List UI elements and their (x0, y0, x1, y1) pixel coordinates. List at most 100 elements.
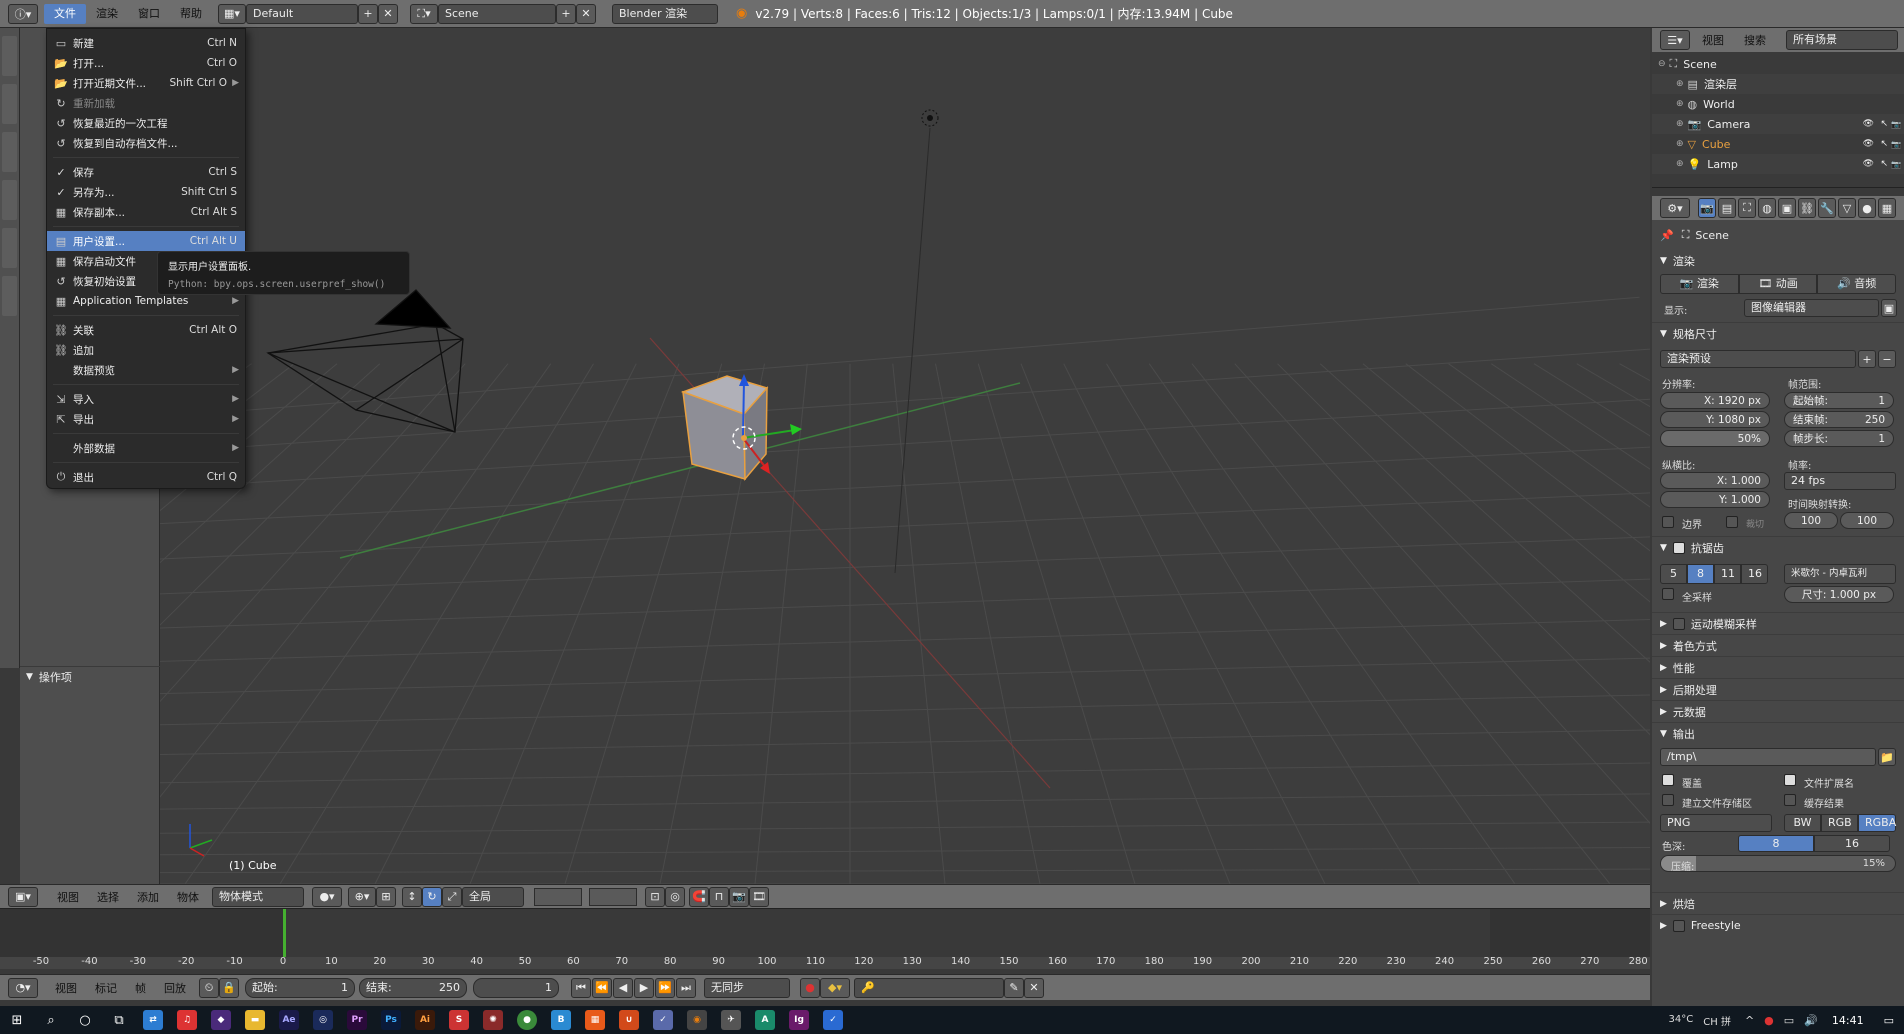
file-menu-item[interactable]: ✓ 另存为... Shift Ctrl S (47, 182, 245, 202)
after-effects-icon[interactable]: Ae (272, 1006, 306, 1034)
menu-object[interactable]: 物体 (168, 889, 208, 905)
shading-select-icon[interactable]: ●▾ (312, 886, 342, 907)
blender-taskbar-icon[interactable]: ◉ (680, 1006, 714, 1034)
preset-remove-icon[interactable]: − (1878, 350, 1896, 368)
illustrator-icon[interactable]: Ai (408, 1006, 442, 1034)
tab-material-icon[interactable]: ● (1858, 198, 1876, 218)
scale-icon[interactable]: ⤢ (442, 886, 462, 907)
play-reverse-icon[interactable]: ◀ (613, 977, 633, 998)
prev-keyframe-icon[interactable]: ⏪ (592, 977, 612, 998)
bilibili-icon[interactable]: B (544, 1006, 578, 1034)
aa-filter-select[interactable]: 米歇尔 - 内卓瓦利 (1784, 564, 1896, 584)
next-keyframe-icon[interactable]: ⏩ (655, 977, 675, 998)
menu-help[interactable]: 帮助 (170, 4, 212, 24)
tab-animation[interactable] (2, 180, 17, 220)
expand-toggle-icon[interactable]: ⊕ (1676, 119, 1684, 129)
resolution-x-field[interactable]: X: 1920 px (1660, 392, 1770, 409)
lock-camera-icon[interactable]: ⊡ (645, 886, 665, 907)
layout-add-icon[interactable]: + (358, 3, 378, 24)
aspect-y-field[interactable]: Y: 1.000 (1660, 491, 1770, 508)
editor-type-outliner-icon[interactable]: ☰▾ (1660, 30, 1690, 50)
file-menu-item[interactable]: 📂 打开... Ctrl O (47, 53, 245, 73)
translate-icon[interactable]: ↕ (402, 886, 422, 907)
outliner-item[interactable]: ⊕ ▽ Cube 👁 ↖ 📷 (1652, 134, 1904, 154)
selectable-arrow-icon[interactable]: ↖ (1880, 119, 1888, 129)
file-format-select[interactable]: PNG (1660, 814, 1772, 832)
camera-object[interactable] (266, 289, 464, 433)
cache-result-checkbox[interactable] (1784, 794, 1796, 806)
animation-button[interactable]: 🎞 动画 (1738, 274, 1818, 294)
outliner-item[interactable]: ⊕ ▤ 渲染层 (1652, 74, 1904, 94)
output-panel-header[interactable]: ▼ 输出 (1652, 722, 1904, 744)
sync-select[interactable]: 无同步 (704, 977, 790, 998)
tl-menu-marker[interactable]: 标记 (86, 980, 126, 996)
render-engine-select[interactable]: Blender 渲染 (612, 3, 718, 24)
windows-start-icon[interactable]: ⊞ (0, 1006, 34, 1034)
photoshop-icon[interactable]: Ps (374, 1006, 408, 1034)
menu-select[interactable]: 选择 (88, 889, 128, 905)
start-frame-field[interactable]: 起始: 1 (245, 977, 355, 998)
tab-data-icon[interactable]: ▽ (1838, 198, 1856, 218)
renderable-camera-icon[interactable]: 📷 (1891, 140, 1901, 149)
scene-remove-icon[interactable]: ✕ (576, 3, 596, 24)
timeline-area[interactable]: -50 -40 -30 -20 -10 0 10 20 30 40 50 60 70 80 90 100 110… (0, 908, 1650, 969)
lamp-object[interactable] (894, 109, 939, 574)
selectable-arrow-icon[interactable]: ↖ (1880, 139, 1888, 149)
browse-folder-icon[interactable]: 📁 (1878, 748, 1896, 766)
audio-button[interactable]: 🔊 音频 (1817, 274, 1897, 294)
outliner-item[interactable]: ⊕ 💡 Lamp 👁 ↖ 📷 (1652, 154, 1904, 174)
depth-8-button[interactable]: 8 (1738, 835, 1814, 852)
tab-texture-icon[interactable]: ▦ (1878, 198, 1896, 218)
motion-blur-panel-header[interactable]: ▶ 运动模糊采样 (1652, 612, 1904, 634)
ime-indicator[interactable]: CH 拼 (1703, 1013, 1731, 1028)
orientation-select[interactable]: 全局 (462, 886, 524, 907)
aa-samples-8[interactable]: 8 (1687, 564, 1714, 584)
color-rgba-button[interactable]: RGBA (1858, 814, 1896, 832)
rotate-icon[interactable]: ↻ (422, 886, 442, 907)
shading-panel-header[interactable]: ▶ 着色方式 (1652, 634, 1904, 656)
scene-browse-icon[interactable]: ⛶▾ (410, 3, 438, 24)
tab-constraints-icon[interactable]: ⛓ (1798, 198, 1816, 218)
tab-tools[interactable] (2, 36, 17, 76)
render-preset-select[interactable]: 渲染预设 (1660, 350, 1856, 368)
file-menu-item[interactable]: ⇱ 导出 ▶ (47, 409, 245, 429)
tab-create[interactable] (2, 84, 17, 124)
preview-range-icon[interactable]: ⏲ (199, 977, 219, 998)
snap-element-icon[interactable]: ⊓ (709, 886, 729, 907)
file-menu-item[interactable]: 📂 打开近期文件... Shift Ctrl O ▶ (47, 73, 245, 93)
layout-field[interactable]: Default (246, 3, 358, 24)
menu-window[interactable]: 窗口 (128, 4, 170, 24)
file-menu-item[interactable]: ✓ 保存 Ctrl S (47, 162, 245, 182)
weather-widget[interactable]: 34°C (1669, 1014, 1694, 1026)
insert-keyframe-icon[interactable]: ✎ (1004, 977, 1024, 998)
overwrite-checkbox[interactable] (1662, 774, 1674, 786)
file-menu-item[interactable]: ⛓ 关联 Ctrl Alt O (47, 320, 245, 340)
render-anim-icon[interactable]: 🎞 (749, 886, 769, 907)
tab-world-icon[interactable]: ◍ (1758, 198, 1776, 218)
viewport-canvas[interactable] (160, 28, 1650, 884)
taskbar-app2-icon[interactable]: ◆ (204, 1006, 238, 1034)
proportional-edit-icon[interactable]: ◎ (665, 886, 685, 907)
file-menu-item[interactable]: ⇲ 导入 ▶ (47, 389, 245, 409)
menu-add[interactable]: 添加 (128, 889, 168, 905)
tab-layers-icon[interactable]: ▤ (1718, 198, 1736, 218)
tray-app-icon[interactable]: ● (1764, 1014, 1774, 1027)
tl-menu-playback[interactable]: 回放 (155, 980, 195, 996)
end-frame-field[interactable]: 结束: 250 (359, 977, 467, 998)
file-menu-item[interactable]: ▤ 用户设置... Ctrl Alt U (47, 231, 245, 251)
performance-panel-header[interactable]: ▶ 性能 (1652, 656, 1904, 678)
file-ext-checkbox[interactable] (1784, 774, 1796, 786)
selectable-arrow-icon[interactable]: ↖ (1880, 159, 1888, 169)
scene-field[interactable]: Scene (438, 3, 556, 24)
layout-remove-icon[interactable]: ✕ (378, 3, 398, 24)
tab-render-icon[interactable]: 📷 (1698, 198, 1716, 218)
tray-chevron-icon[interactable]: ^ (1745, 1014, 1754, 1027)
taskbar-app4-icon[interactable]: ✺ (476, 1006, 510, 1034)
outliner-item[interactable]: ⊕ ◍ World (1652, 94, 1904, 114)
expand-toggle-icon[interactable]: ⊕ (1676, 139, 1684, 149)
current-frame-field[interactable]: 1 (473, 977, 559, 998)
aa-samples-5[interactable]: 5 (1660, 564, 1687, 584)
editor-type-3dview-icon[interactable]: ▣▾ (8, 886, 38, 907)
network-icon[interactable]: ▭ (1784, 1014, 1794, 1027)
record-icon[interactable]: ● (800, 977, 820, 998)
